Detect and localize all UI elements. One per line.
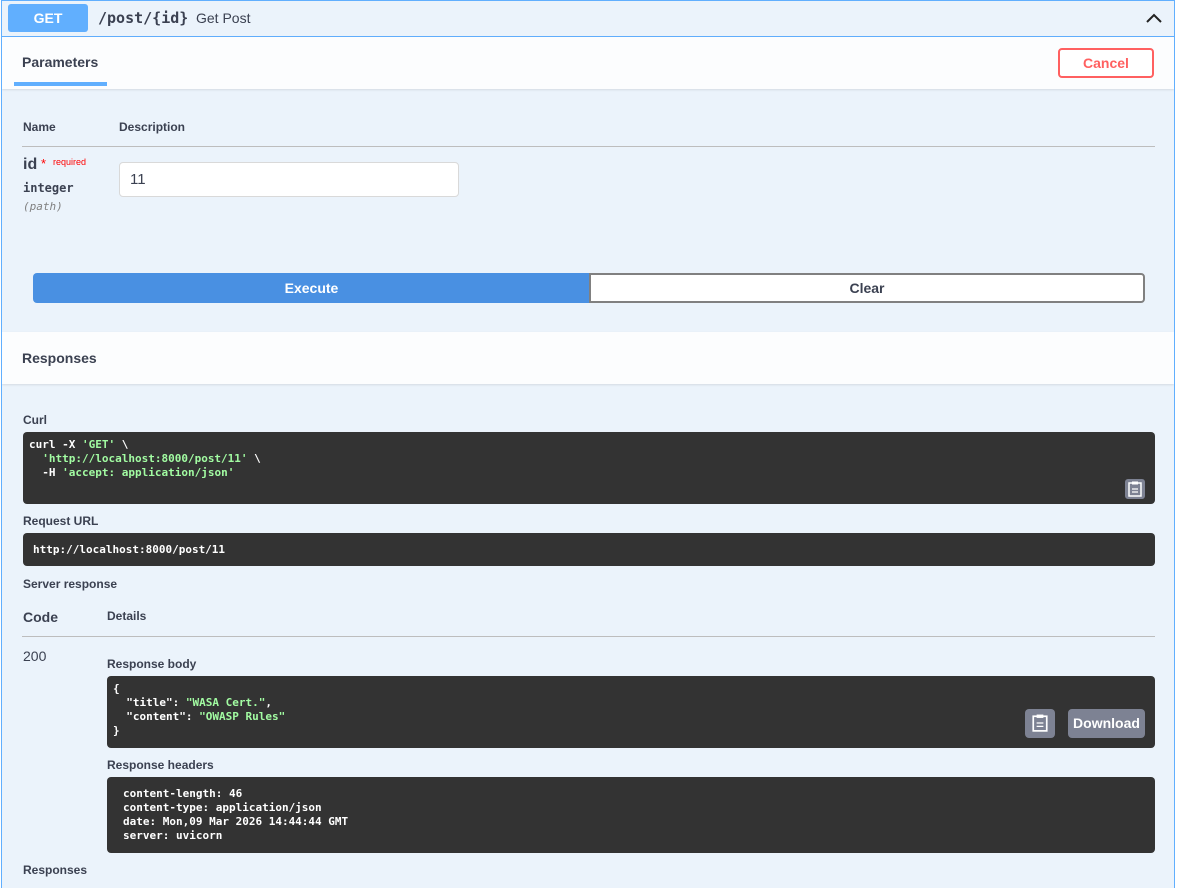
- request-url-block: http://localhost:8000/post/11: [23, 533, 1155, 566]
- response-body-block: { "title": "WASA Cert.", "content": "OWA…: [107, 676, 1155, 748]
- params-header-description: Description: [119, 120, 186, 134]
- header-line: server: uvicorn: [123, 829, 223, 842]
- parameters-tab-bar: Parameters Cancel: [2, 37, 1174, 89]
- method-badge: GET: [8, 4, 88, 32]
- code-header: Code: [23, 609, 58, 625]
- cancel-button[interactable]: Cancel: [1058, 48, 1154, 78]
- download-button[interactable]: Download: [1068, 709, 1145, 738]
- operation-description: Get Post: [196, 10, 251, 26]
- request-url: http://localhost:8000/post/11: [33, 543, 226, 556]
- response-headers-label: Response headers: [107, 758, 214, 772]
- param-location: (path): [23, 200, 63, 213]
- operation-summary[interactable]: GET /post/{id} Get Post: [2, 1, 1174, 37]
- tab-parameters[interactable]: Parameters: [22, 54, 98, 70]
- id-input[interactable]: 11: [119, 162, 459, 197]
- request-url-label: Request URL: [23, 514, 99, 528]
- status-code: 200: [23, 648, 47, 664]
- required-label: required: [53, 157, 87, 167]
- operation-path: /post/{id}: [98, 9, 189, 27]
- curl-label: Curl: [23, 413, 47, 427]
- curl-block: curl -X 'GET' \ 'http://localhost:8000/p…: [23, 432, 1155, 504]
- param-type: integer: [23, 181, 74, 195]
- param-name: id: [23, 156, 38, 173]
- responses-title: Responses: [22, 350, 97, 366]
- responses-header: Responses: [2, 332, 1174, 384]
- header-line: date: Mon,09 Mar 2026 14:44:44 GMT: [123, 815, 349, 828]
- curl-copy-button[interactable]: [1125, 479, 1145, 499]
- body-copy-button[interactable]: [1025, 709, 1055, 738]
- clipboard-icon: [1032, 714, 1048, 732]
- params-divider: [22, 146, 1155, 147]
- clipboard-icon: [1128, 481, 1142, 497]
- header-line: content-type: application/json: [123, 801, 322, 814]
- response-body-label: Response body: [107, 657, 197, 671]
- operation-block: GET /post/{id} Get Post Parameters Cance…: [1, 0, 1175, 888]
- clear-button[interactable]: Clear: [589, 273, 1145, 303]
- response-headers-block: content-length: 46 content-type: applica…: [107, 777, 1155, 853]
- execute-button[interactable]: Execute: [33, 273, 590, 303]
- chevron-up-icon[interactable]: [1144, 8, 1164, 28]
- required-star: *: [41, 156, 47, 171]
- server-response-label: Server response: [23, 577, 118, 591]
- responses-footer-title: Responses: [23, 863, 88, 877]
- params-header-name: Name: [23, 120, 56, 134]
- details-header: Details: [107, 609, 147, 623]
- tab-active-indicator: [14, 82, 107, 86]
- header-line: content-length: 46: [123, 787, 243, 800]
- response-divider: [22, 636, 1155, 637]
